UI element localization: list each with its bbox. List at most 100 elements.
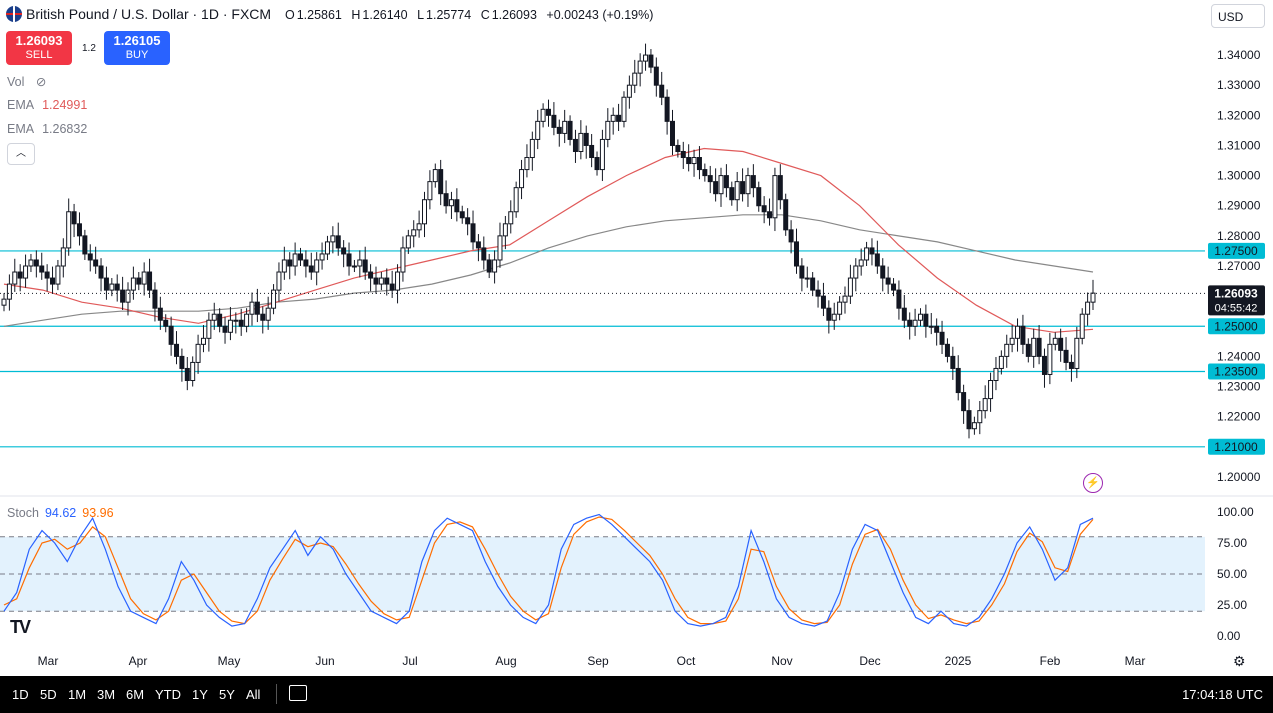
collapse-legend-button[interactable]: ︿ [7,143,35,165]
candle-body [696,157,702,171]
candle-body [152,289,158,309]
stoch-k-value: 94.62 [44,506,77,520]
candle-body [260,313,266,321]
calendar-goto-icon[interactable] [289,685,307,701]
stoch-tick-label: 75.00 [1217,536,1247,550]
x-tick-label: Jul [402,654,417,668]
candle-body [562,120,568,134]
utc-clock[interactable]: 17:04:18 UTC [1182,687,1263,702]
candle-body [1015,325,1021,339]
candle-body [39,265,45,273]
candle-body [691,157,697,165]
range-1m[interactable]: 1M [68,687,86,702]
candle-body [508,211,514,225]
y-tick-label: 1.33000 [1217,78,1261,92]
stoch-legend[interactable]: Stoch 94.62 93.96 [7,506,114,520]
candle-body [1058,337,1064,351]
candle-body [621,96,627,122]
ema2-label: EMA [7,122,35,136]
tradingview-logo-icon[interactable]: TV [10,617,31,638]
candle-body [885,277,891,285]
candle-body [831,313,837,321]
candle-body [777,175,783,201]
candle-body [519,169,525,189]
candle-body [874,253,880,267]
candle-body [950,355,956,369]
candle-body [276,271,282,291]
spread-value: 1.2 [82,43,96,54]
high-label: H [351,8,361,22]
candle-body [740,181,746,195]
y-tick-label: 1.23000 [1217,380,1261,394]
candle-body [389,283,395,291]
ema-slow-indicator[interactable]: EMA 1.26832 [7,122,87,136]
range-5d[interactable]: 5D [40,687,57,702]
candle-body [308,265,314,273]
ema1-value: 1.24991 [42,98,88,112]
settings-gear-icon[interactable]: ⚙ [1233,653,1246,670]
ohlc-readout: O 1.25861 H 1.26140 L 1.25774 C 1.26093 +0.0… [285,8,659,22]
candle-body [1025,343,1031,357]
candle-body [745,175,751,195]
candle-body [572,138,578,152]
candle-body [33,259,39,267]
candle-body [400,247,406,273]
range-5y[interactable]: 5Y [219,687,235,702]
candle-body [761,205,767,213]
x-tick-label: 2025 [945,654,972,668]
x-tick-label: May [218,654,241,668]
candle-body [955,367,961,394]
ema1-label: EMA [7,98,35,112]
buy-button[interactable]: 1.26105 BUY [104,31,170,65]
candle-body [853,265,859,279]
y-tick-label: 1.20000 [1217,470,1261,484]
range-1d[interactable]: 1D [12,687,29,702]
candle-body [664,96,670,122]
candle-body [896,289,902,309]
eye-hidden-icon[interactable]: ⊘ [36,75,46,89]
lightning-icon[interactable]: ⚡ [1083,473,1103,493]
volume-indicator[interactable]: Vol ⊘ [7,74,46,89]
candle-body [395,271,401,291]
x-tick-label: Mar [1125,654,1146,668]
candle-body [1090,292,1096,303]
candle-body [718,175,724,195]
candle-body [643,54,649,62]
candle-body [470,223,476,243]
ema-fast-indicator[interactable]: EMA 1.24991 [7,98,87,112]
candle-body [465,217,471,225]
x-tick-label: Apr [129,654,148,668]
candle-body [130,277,136,291]
candle-body [567,120,573,140]
symbol-title[interactable]: British Pound / U.S. Dollar · 1D · FXCM [26,6,271,22]
candle-body [71,211,77,225]
candle-body [66,211,72,249]
sell-button[interactable]: 1.26093 SELL [6,31,72,65]
candle-body [438,169,444,195]
candle-body [546,108,551,116]
candle-body [411,229,417,237]
candle-body [982,398,988,412]
open-label: O [284,8,295,22]
candle-body [917,313,923,321]
x-tick-label: Aug [495,654,516,668]
range-all[interactable]: All [246,687,260,702]
candle-body [820,295,826,309]
range-ytd[interactable]: YTD [155,687,181,702]
y-tick-label: 1.22000 [1217,410,1261,424]
hline-label-2: 1.23500 [1214,364,1258,378]
candle-body [44,271,50,279]
candle-body [993,367,999,382]
candle-body [319,253,325,261]
candle-body [475,241,481,249]
candle-body [125,289,131,303]
range-6m[interactable]: 6M [126,687,144,702]
range-1y[interactable]: 1Y [192,687,208,702]
stoch-tick-label: 50.00 [1217,567,1247,581]
candle-body [616,114,622,122]
range-3m[interactable]: 3M [97,687,115,702]
candle-body [384,277,390,285]
price-chart[interactable]: 1.27500 1.25000 1.23500 1.21000 1.34000 1.330… [0,0,1273,676]
currency-selector[interactable]: USD [1211,4,1265,28]
hline-label-3: 1.21000 [1214,440,1258,454]
